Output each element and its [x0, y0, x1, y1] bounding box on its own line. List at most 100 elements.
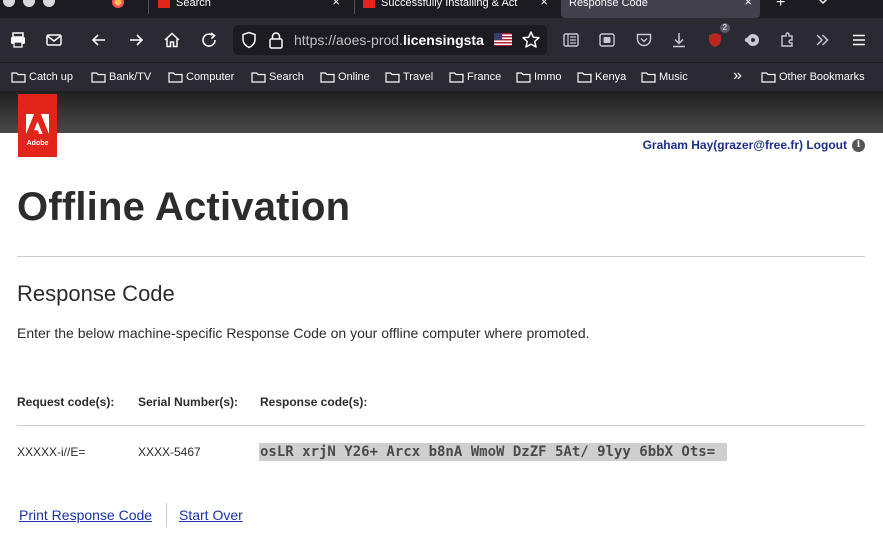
star-icon[interactable]: [521, 30, 541, 50]
tab-label: Response Code: [569, 0, 648, 9]
download-icon[interactable]: [668, 29, 690, 51]
reader-icon[interactable]: [560, 29, 582, 51]
divider: [17, 256, 865, 257]
bookmark-folder[interactable]: Immo: [516, 71, 562, 83]
folder-icon: [385, 72, 400, 83]
adobe-logo[interactable]: Adobe: [18, 94, 57, 157]
bookmark-folder[interactable]: Computer: [168, 71, 234, 83]
url-domain: licensingsta: [402, 32, 484, 48]
folder-icon: [641, 72, 656, 83]
bookmarks-overflow-icon[interactable]: »: [733, 67, 742, 85]
column-header-serial: Serial Number(s):: [138, 395, 239, 409]
home-icon[interactable]: [161, 29, 183, 51]
folder-icon: [449, 72, 464, 83]
lock-icon[interactable]: [268, 31, 284, 49]
back-icon[interactable]: [88, 29, 110, 51]
folder-icon: [761, 72, 776, 83]
window-zoom-dot[interactable]: [43, 0, 55, 7]
bookmark-label: Travel: [403, 71, 434, 83]
tab-separator: [148, 0, 149, 14]
page-title: Offline Activation: [17, 185, 351, 229]
shield-icon[interactable]: [240, 31, 258, 49]
us-flag-icon[interactable]: [494, 33, 512, 46]
url-text[interactable]: https://aoes-prod.licensingsta: [294, 32, 484, 48]
bookmark-folder[interactable]: France: [449, 71, 501, 83]
tab-search[interactable]: Search ×: [158, 0, 348, 18]
start-over-link[interactable]: Start Over: [179, 507, 243, 523]
adobe-favicon-icon: [158, 0, 170, 8]
window-minimize-dot[interactable]: [23, 0, 35, 7]
bookmark-folder[interactable]: Search: [251, 71, 304, 83]
bookmark-label: Online: [338, 71, 370, 83]
bookmark-label: Music: [659, 71, 688, 83]
print-response-code-link[interactable]: Print Response Code: [19, 507, 152, 523]
section-heading: Response Code: [17, 281, 175, 306]
tab-list-icon[interactable]: [817, 0, 831, 18]
folder-icon: [516, 72, 531, 83]
puzzle-icon[interactable]: [776, 29, 798, 51]
vinyl-extension-icon[interactable]: [741, 29, 763, 51]
bookmark-label: Bank/TV: [109, 71, 152, 83]
instructions-text: Enter the below machine-specific Respons…: [17, 325, 590, 341]
firefox-icon: [112, 0, 124, 8]
print-icon[interactable]: [7, 29, 29, 51]
bookmark-folder[interactable]: Online: [320, 71, 370, 83]
folder-icon: [91, 72, 106, 83]
bookmark-label: Immo: [534, 71, 562, 83]
url-prefix: https://aoes-prod.: [294, 32, 403, 48]
link-separator: [166, 503, 167, 527]
user-account-link[interactable]: Graham Hay(grazer@free.fr): [643, 138, 803, 152]
pocket-icon[interactable]: [633, 29, 655, 51]
bookmark-label: France: [467, 71, 502, 83]
folder-icon: [11, 72, 26, 83]
screenshot-icon[interactable]: [596, 29, 618, 51]
column-header-response: Response code(s):: [260, 395, 368, 409]
tab-separator: [354, 0, 355, 14]
tab-label: Search: [176, 0, 211, 9]
folder-icon: [320, 72, 335, 83]
window-close-dot[interactable]: [3, 0, 15, 7]
close-icon[interactable]: ×: [540, 0, 548, 8]
serial-number-cell: XXXX-5467: [138, 445, 201, 459]
bookmark-label: Search: [269, 71, 304, 83]
logout-link[interactable]: Logout: [806, 138, 847, 152]
info-icon[interactable]: i: [852, 138, 865, 152]
mail-icon[interactable]: [43, 29, 65, 51]
bookmark-folder[interactable]: Bank/TV: [91, 71, 151, 83]
tab-response-code[interactable]: Response Code ×: [561, 0, 760, 18]
close-icon[interactable]: ×: [332, 0, 340, 8]
close-icon[interactable]: ×: [744, 0, 752, 8]
bookmark-label: Catch up: [29, 71, 74, 83]
navigation-toolbar: https://aoes-prod.licensingsta 2: [0, 18, 883, 62]
bookmark-label: Kenya: [595, 71, 627, 83]
table-divider: [17, 425, 865, 426]
bookmark-folder[interactable]: Travel: [385, 71, 433, 83]
bookmark-label: Computer: [186, 71, 235, 83]
forward-icon[interactable]: [125, 29, 147, 51]
user-bar: Graham Hay(grazer@free.fr) Logout i: [643, 138, 865, 152]
tab-label: Successfully Installing & Act: [381, 0, 518, 9]
menu-icon[interactable]: [848, 29, 870, 51]
reload-icon[interactable]: [198, 29, 220, 51]
adobe-mark-icon: [26, 114, 49, 134]
other-bookmarks-label: Other Bookmarks: [779, 71, 865, 83]
extension-icon[interactable]: 2: [704, 23, 730, 51]
address-bar[interactable]: https://aoes-prod.licensingsta: [233, 25, 547, 55]
response-code-value[interactable]: osLR xrjN Y26+ Arcx b8nA WmoW DzZF 5At/ …: [259, 443, 727, 461]
tab-bar: Search × Successfully Installing & Act ×…: [0, 0, 883, 18]
tab-firefox[interactable]: [112, 0, 142, 18]
header-band: [0, 91, 883, 133]
new-tab-icon[interactable]: +: [776, 0, 792, 18]
logo-text: Adobe: [26, 140, 49, 147]
bookmark-folder[interactable]: Music: [641, 71, 688, 83]
bookmark-folder[interactable]: Kenya: [577, 71, 626, 83]
folder-icon: [577, 72, 592, 83]
other-bookmarks[interactable]: Other Bookmarks: [761, 71, 865, 83]
folder-icon: [168, 72, 183, 83]
tab-installing[interactable]: Successfully Installing & Act ×: [363, 0, 556, 18]
folder-icon: [251, 72, 266, 83]
extension-badge: 2: [719, 23, 730, 33]
adobe-favicon-icon: [363, 0, 375, 8]
overflow-icon[interactable]: [811, 29, 833, 51]
bookmark-folder[interactable]: Catch up: [11, 71, 73, 83]
